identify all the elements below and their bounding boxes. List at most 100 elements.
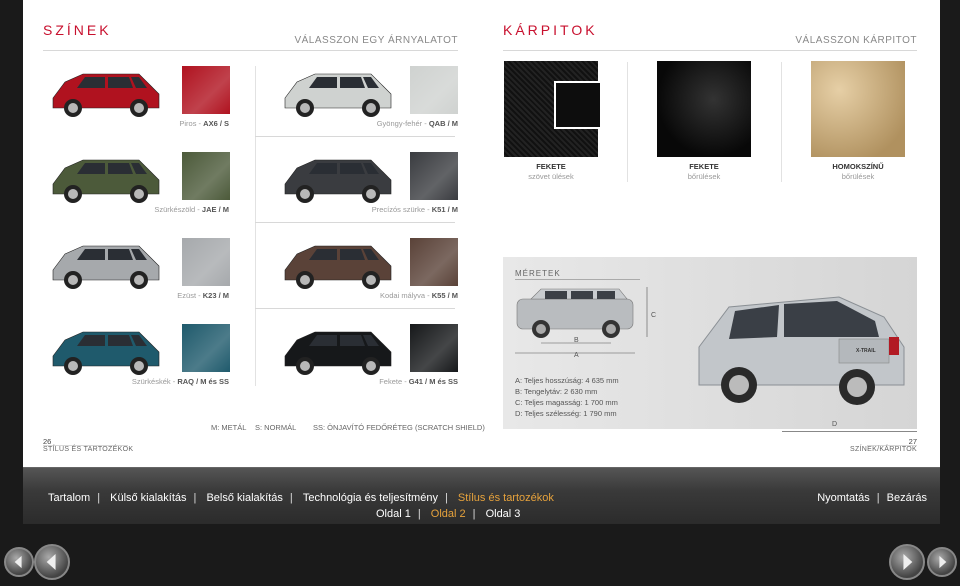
color-code: JAE / M <box>201 205 229 214</box>
divider <box>515 279 640 280</box>
nav-separator: | <box>417 508 421 520</box>
color-name: Kodai mályva - <box>380 291 432 300</box>
divider <box>255 222 455 223</box>
brochure-page: SZÍNEK VÁLASSZON EGY ÁRNYALATOT KÁRPITOK… <box>23 0 940 467</box>
previous-page-button[interactable] <box>34 544 70 580</box>
page-link-1[interactable]: Oldal 1 <box>376 508 411 520</box>
close-link[interactable]: Bezárás <box>887 492 927 504</box>
car-image <box>47 322 165 378</box>
spec-height: C: Teljes magasság: 1 700 mm <box>515 398 618 407</box>
color-swatch[interactable] <box>410 152 458 200</box>
upholstery-desc: szövet ülések <box>528 172 574 181</box>
colors-title: SZÍNEK <box>43 22 112 38</box>
nav-link-interior[interactable]: Belső kialakítás <box>206 492 282 504</box>
color-caption: Gyöngy-fehér - QAB / M <box>318 119 458 128</box>
upholstery-fabric-black <box>504 61 602 157</box>
nav-actions: Nyomtatás | Bezárás <box>817 492 927 504</box>
car-silhouette <box>284 159 392 203</box>
divider <box>503 50 917 51</box>
car-silhouette <box>52 73 160 117</box>
car-image <box>47 150 165 206</box>
spec-length: A: Teljes hosszúság: 4 635 mm <box>515 376 619 385</box>
color-name: Piros - <box>179 119 204 128</box>
arrow-left-icon <box>14 555 22 569</box>
page-name-right: SZÍNEK/KÁRPITOK <box>850 446 917 453</box>
color-caption: Szürkészöld - JAE / M <box>89 205 229 214</box>
fabric-detail-inset <box>554 81 602 129</box>
car-silhouette <box>52 159 160 203</box>
divider <box>627 62 628 182</box>
nav-link-style-accessories[interactable]: Stílus és tartozékok <box>458 492 554 504</box>
dimension-specs: A: Teljes hosszúság: 4 635 mm B: Tengely… <box>515 375 619 419</box>
nav-link-exterior[interactable]: Külső kialakítás <box>110 492 186 504</box>
nav-separator: | <box>876 492 880 504</box>
upholstery-subtitle: VÁLASSZON KÁRPITOT <box>795 35 917 46</box>
car-silhouette <box>52 245 160 289</box>
dimension-label-c: C <box>651 312 657 319</box>
color-swatch[interactable] <box>182 152 230 200</box>
nav-links: Tartalom | Külső kialakítás | Belső kialak… <box>48 492 554 504</box>
colors-subtitle: VÁLASSZON EGY ÁRNYALATOT <box>294 35 458 46</box>
first-page-button[interactable] <box>4 547 34 577</box>
color-name: Fekete - <box>379 377 409 386</box>
color-name: Szürkészöld - <box>154 205 202 214</box>
car-silhouette <box>284 245 392 289</box>
divider <box>43 50 458 51</box>
car-image <box>279 236 397 292</box>
color-caption: Szürkéskék - RAQ / M és SS <box>89 377 229 386</box>
dimension-label-d: D <box>832 421 838 428</box>
upholstery-caption: FEKETE bőrülések <box>639 162 769 182</box>
last-page-button[interactable] <box>927 547 957 577</box>
color-swatch[interactable] <box>182 238 230 286</box>
color-caption: Ezüst - K23 / M <box>89 291 229 300</box>
page-link-2[interactable]: Oldal 2 <box>431 508 466 520</box>
upholstery-name: FEKETE <box>689 162 719 171</box>
dimensions-panel: MÉRETEK B A C A: Teljes hosszúság: 4 635… <box>503 257 917 429</box>
car-image <box>47 64 165 120</box>
legend-metal: M: METÁL <box>211 423 247 432</box>
color-swatch[interactable] <box>410 324 458 372</box>
arrow-left-icon <box>46 554 56 570</box>
car-silhouette <box>284 331 392 375</box>
upholstery-title: KÁRPITOK <box>503 22 598 38</box>
divider <box>782 431 917 432</box>
color-swatch[interactable] <box>410 238 458 286</box>
divider <box>255 308 455 309</box>
car-silhouette <box>52 331 160 375</box>
color-code: G41 / M és SS <box>408 377 458 386</box>
upholstery-leather-sand <box>811 61 905 157</box>
color-name: Szürkéskék - <box>131 377 178 386</box>
rear-view-car-image <box>698 296 905 405</box>
color-swatch[interactable] <box>410 66 458 114</box>
car-image <box>279 322 397 378</box>
color-code: RAQ / M és SS <box>177 377 229 386</box>
dimensions-title: MÉRETEK <box>515 269 561 278</box>
dimension-label-a: A <box>574 352 579 359</box>
page-links: Oldal 1 | Oldal 2 | Oldal 3 <box>376 508 520 520</box>
arrow-right-icon <box>939 555 947 569</box>
nav-separator: | <box>444 492 448 504</box>
xtrail-badge: X-TRAIL <box>856 348 876 354</box>
color-caption: Fekete - G41 / M és SS <box>318 377 458 386</box>
color-code: K51 / M <box>431 205 458 214</box>
upholstery-caption: HOMOKSZÍNŰ bőrülések <box>793 162 923 182</box>
color-swatch[interactable] <box>182 324 230 372</box>
nav-link-contents[interactable]: Tartalom <box>48 492 90 504</box>
upholstery-caption: FEKETE szövet ülések <box>486 162 616 182</box>
divider <box>255 136 455 137</box>
upholstery-leather-black <box>657 61 751 157</box>
nav-separator: | <box>289 492 293 504</box>
arrow-right-icon <box>903 554 913 570</box>
car-image <box>47 236 165 292</box>
page-link-3[interactable]: Oldal 3 <box>486 508 521 520</box>
color-caption: Precízós szürke - K51 / M <box>318 205 458 214</box>
upholstery-desc: bőrülések <box>841 172 875 181</box>
car-image <box>279 150 397 206</box>
color-name: Precízós szürke - <box>371 205 432 214</box>
color-swatch[interactable] <box>182 66 230 114</box>
page-name-left: STÍLUS ÉS TARTOZÉKOK <box>43 446 134 453</box>
nav-link-technology[interactable]: Technológia és teljesítmény <box>303 492 438 504</box>
upholstery-name: HOMOKSZÍNŰ <box>832 162 884 171</box>
next-page-button[interactable] <box>889 544 925 580</box>
print-link[interactable]: Nyomtatás <box>817 492 870 504</box>
